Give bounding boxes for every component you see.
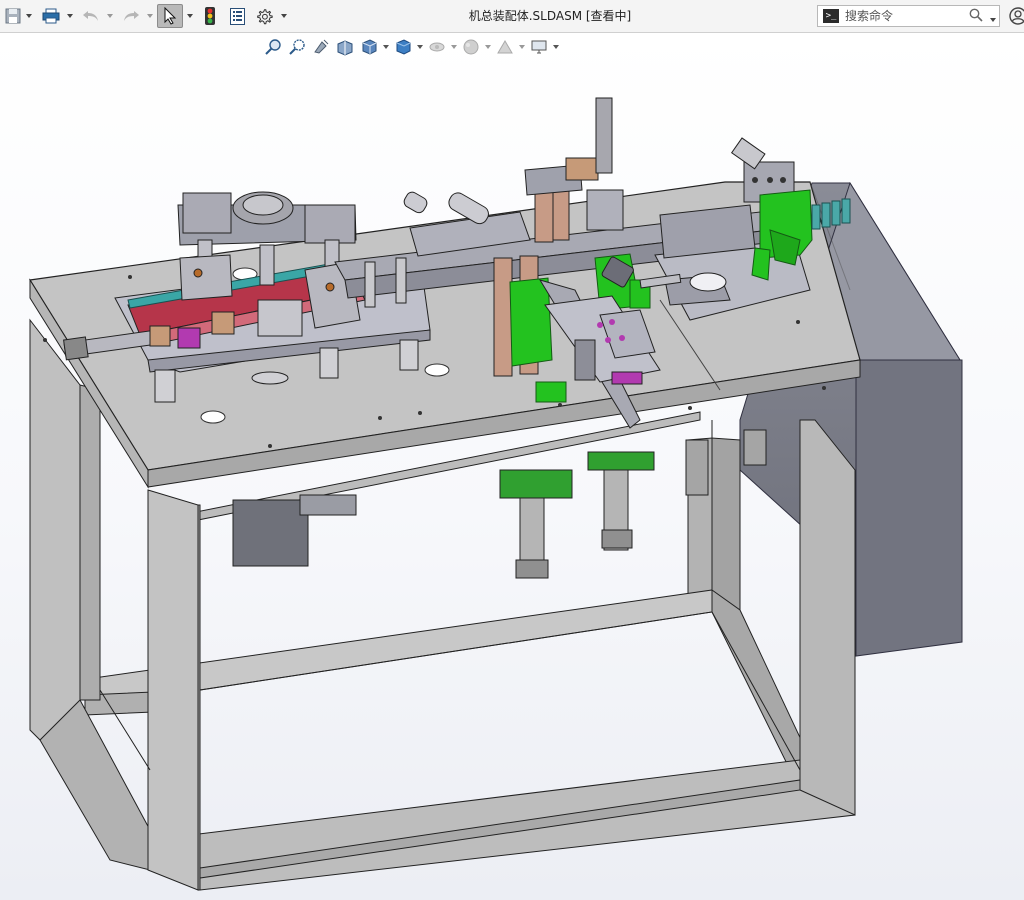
scene-dropdown-icon[interactable] [518, 36, 526, 58]
hide-show-icon[interactable] [426, 36, 448, 58]
select-dropdown-icon[interactable] [186, 12, 194, 20]
redo-dropdown-icon[interactable] [146, 12, 154, 20]
hide-show-dropdown-icon[interactable] [450, 36, 458, 58]
cursor-icon[interactable] [157, 4, 183, 28]
search-icon[interactable] [969, 7, 983, 26]
undo-icon[interactable] [80, 4, 102, 28]
options-dropdown-icon[interactable] [280, 12, 288, 20]
display-style-dropdown-icon[interactable] [416, 36, 424, 58]
view-settings-dropdown-icon[interactable] [552, 36, 560, 58]
view-orientation-icon[interactable] [358, 36, 380, 58]
save-icon[interactable] [3, 4, 23, 28]
appearance-dropdown-icon[interactable] [484, 36, 492, 58]
display-style-icon[interactable] [392, 36, 414, 58]
appearance-icon[interactable] [460, 36, 482, 58]
view-settings-icon[interactable] [528, 36, 550, 58]
command-prompt-icon: >_ [823, 9, 839, 23]
print-dropdown-icon[interactable] [66, 12, 74, 20]
redo-icon[interactable] [120, 4, 142, 28]
heads-up-view-toolbar [262, 36, 560, 58]
search-input[interactable] [845, 9, 963, 23]
title-toolbar: 机总装配体.SLDASM [查看中] >_ [0, 0, 1024, 33]
save-dropdown-icon[interactable] [25, 12, 33, 20]
gear-icon[interactable] [254, 4, 274, 28]
section-view-icon[interactable] [334, 36, 356, 58]
document-title: 机总装配体.SLDASM [查看中] [468, 9, 632, 23]
assembly-model-render[interactable] [0, 34, 1024, 900]
user-account-icon[interactable] [1008, 6, 1024, 30]
command-search-field[interactable]: >_ [817, 5, 1000, 27]
search-dropdown-icon[interactable] [990, 7, 996, 26]
scene-icon[interactable] [494, 36, 516, 58]
document-properties-icon[interactable] [227, 4, 247, 28]
zoom-area-icon[interactable] [286, 36, 308, 58]
view-orientation-dropdown-icon[interactable] [382, 36, 390, 58]
graphics-viewport[interactable] [0, 34, 1024, 900]
traffic-light-icon[interactable] [200, 4, 220, 28]
previous-view-icon[interactable] [310, 36, 332, 58]
undo-dropdown-icon[interactable] [106, 12, 114, 20]
printer-icon[interactable] [40, 4, 62, 28]
zoom-to-fit-icon[interactable] [262, 36, 284, 58]
